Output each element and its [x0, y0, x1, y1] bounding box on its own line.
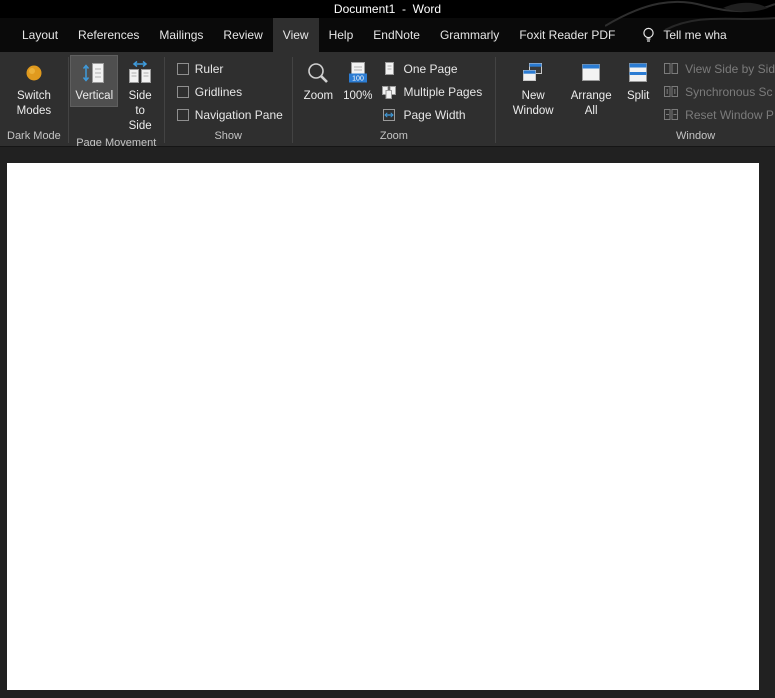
multiple-pages-icon: [381, 84, 398, 100]
new-window-icon: [520, 59, 546, 87]
page-width-button[interactable]: Page Width: [381, 103, 483, 126]
tab-endnote[interactable]: EndNote: [363, 18, 430, 52]
ribbon-group-page-movement: Vertical Side to Side Page Movement: [69, 52, 164, 146]
vertical-button[interactable]: Vertical: [70, 55, 119, 107]
reset-window-position-button[interactable]: Reset Window P: [662, 103, 775, 126]
gridlines-checkbox[interactable]: [176, 85, 189, 98]
lightbulb-icon: [643, 27, 655, 42]
split-icon: [625, 59, 651, 87]
page-width-icon: [381, 107, 398, 123]
group-label-window: Window: [676, 130, 716, 142]
vertical-label: Vertical: [75, 90, 114, 102]
group-label-show: Show: [214, 130, 242, 142]
tell-me-label: Tell me wha: [663, 28, 727, 42]
tab-review[interactable]: Review: [213, 18, 272, 52]
svg-text:100: 100: [352, 76, 364, 83]
tab-references[interactable]: References: [68, 18, 149, 52]
ribbon-group-dark-mode: Switch Modes Dark Mode: [0, 52, 68, 146]
view-side-by-side-icon: [662, 61, 679, 77]
vertical-icon: [82, 59, 106, 87]
group-label-page-movement: Page Movement: [76, 136, 157, 146]
gridlines-checkbox-row[interactable]: Gridlines: [176, 80, 283, 103]
one-page-button[interactable]: One Page: [381, 57, 483, 80]
new-window-button[interactable]: New Window: [504, 55, 562, 122]
reset-window-position-label: Reset Window P: [685, 107, 774, 122]
ruler-checkbox-row[interactable]: Ruler: [176, 57, 283, 80]
tab-mailings[interactable]: Mailings: [149, 18, 213, 52]
switch-modes-button[interactable]: Switch Modes: [8, 55, 60, 122]
ruler-label: Ruler: [194, 61, 224, 76]
arrange-all-label: Arrange All: [570, 90, 612, 117]
synchronous-scrolling-label: Synchronous Sc: [685, 84, 773, 99]
tab-grammarly[interactable]: Grammarly: [430, 18, 509, 52]
word-window: Document1 - Word Layout References Maili…: [0, 0, 775, 698]
side-to-side-label: Side to Side: [128, 90, 152, 132]
reset-window-position-icon: [662, 107, 679, 123]
tab-foxit-reader-pdf[interactable]: Foxit Reader PDF: [509, 18, 625, 52]
multiple-pages-button[interactable]: Multiple Pages: [381, 80, 483, 103]
switch-modes-icon: [24, 59, 44, 87]
synchronous-scrolling-button[interactable]: Synchronous Sc: [662, 80, 775, 103]
page-width-label: Page Width: [403, 107, 466, 122]
synchronous-scrolling-icon: [662, 84, 679, 100]
arrange-all-icon: [578, 59, 604, 87]
multiple-pages-label: Multiple Pages: [403, 84, 483, 99]
ruler-checkbox[interactable]: [176, 62, 189, 75]
split-button[interactable]: Split: [620, 55, 656, 107]
gridlines-label: Gridlines: [194, 84, 243, 99]
ribbon-group-window: New Window Arrange All Split View Side b…: [496, 52, 775, 146]
document-area: [0, 146, 775, 698]
document-page[interactable]: [7, 163, 759, 690]
zoom-magnifier-icon: [305, 59, 331, 87]
ribbon-tab-bar: Layout References Mailings Review View H…: [0, 18, 775, 52]
split-label: Split: [626, 90, 650, 102]
navigation-pane-checkbox[interactable]: [176, 108, 189, 121]
ribbon: Switch Modes Dark Mode Vertical Side to …: [0, 52, 775, 146]
arrange-all-button[interactable]: Arrange All: [562, 55, 620, 122]
one-page-label: One Page: [403, 61, 458, 76]
ribbon-group-zoom: Zoom 100 100% One Page Multiple Pages Pa…: [293, 52, 495, 146]
view-side-by-side-label: View Side by Sid: [685, 61, 775, 76]
window-title: Document1 - Word: [333, 2, 442, 16]
zoom-100-button[interactable]: 100 100%: [338, 55, 377, 107]
navigation-pane-label: Navigation Pane: [194, 107, 283, 122]
navigation-pane-checkbox-row[interactable]: Navigation Pane: [176, 103, 283, 126]
side-to-side-button[interactable]: Side to Side: [118, 55, 162, 137]
zoom-button[interactable]: Zoom: [299, 55, 338, 107]
zoom-100-label: 100%: [343, 90, 373, 102]
tab-view[interactable]: View: [272, 18, 319, 52]
ribbon-group-show: Ruler Gridlines Navigation Pane Show: [165, 52, 292, 146]
one-page-icon: [381, 61, 398, 77]
view-side-by-side-button[interactable]: View Side by Sid: [662, 57, 775, 80]
zoom-label: Zoom: [303, 90, 334, 102]
title-bar: Document1 - Word: [0, 0, 775, 18]
zoom-100-icon: 100: [345, 59, 371, 87]
group-label-dark-mode: Dark Mode: [7, 130, 61, 142]
group-label-zoom: Zoom: [379, 130, 408, 142]
tab-help[interactable]: Help: [319, 18, 364, 52]
side-to-side-icon: [127, 59, 153, 87]
tab-layout[interactable]: Layout: [12, 18, 68, 52]
switch-modes-label: Switch Modes: [16, 90, 52, 117]
new-window-label: New Window: [512, 90, 554, 117]
tell-me-button[interactable]: Tell me wha: [625, 18, 728, 52]
